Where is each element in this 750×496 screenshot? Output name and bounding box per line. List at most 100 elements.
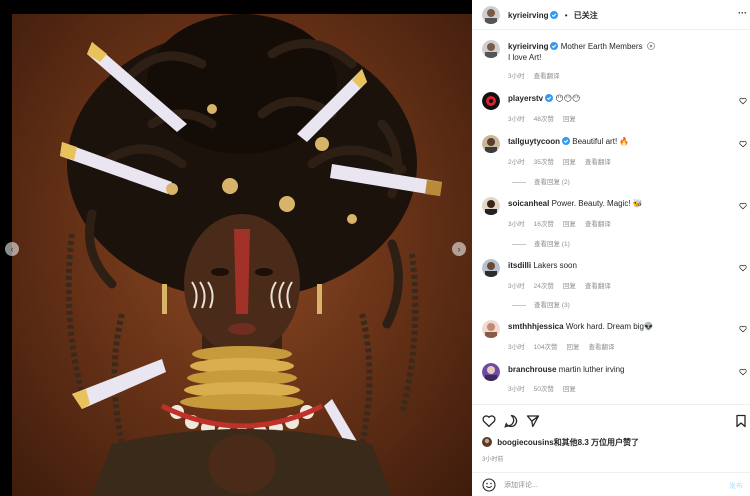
commenter-avatar[interactable] bbox=[482, 197, 500, 215]
post-header: kyrieirving • 已关注 ··· bbox=[472, 0, 750, 30]
share-icon[interactable] bbox=[526, 414, 540, 428]
comment-meta: 3小时 104次赞 回复 查看翻译 bbox=[508, 341, 623, 351]
avatar-image bbox=[482, 363, 500, 381]
comment-username[interactable]: tallguytycoon bbox=[508, 137, 560, 146]
caption-translate-link[interactable]: 查看翻译 bbox=[534, 73, 560, 80]
comment-bar: 发布 bbox=[472, 472, 750, 496]
comment-like-count[interactable]: 16次赞 bbox=[534, 221, 554, 228]
comment-reply-button[interactable]: 回复 bbox=[563, 386, 576, 393]
post-actions bbox=[472, 404, 750, 434]
heart-icon[interactable] bbox=[739, 97, 747, 105]
comment-input[interactable] bbox=[504, 478, 704, 492]
tag-badge-icon bbox=[646, 42, 655, 50]
commenter-avatar[interactable] bbox=[482, 259, 500, 277]
post-photo[interactable] bbox=[12, 14, 472, 496]
comment-username[interactable]: playerstv bbox=[508, 94, 543, 103]
view-replies-label: 查看回复 (2) bbox=[534, 179, 570, 186]
liker-username[interactable]: boogiecousins bbox=[497, 438, 553, 447]
caption-tag: Mother Earth Members bbox=[560, 42, 643, 51]
likes-count-text[interactable]: 和其他8.3 万位用户赞了 bbox=[554, 438, 639, 447]
view-replies-label: 查看回复 (3) bbox=[534, 302, 570, 309]
heart-icon[interactable] bbox=[739, 264, 747, 272]
author-username[interactable]: kyrieirving bbox=[508, 11, 548, 20]
view-replies-button[interactable]: 查看回复 (3) bbox=[512, 299, 570, 309]
comment-text: Work hard. Dream big👽 bbox=[565, 322, 654, 331]
comment-username[interactable]: soicanheal bbox=[508, 199, 549, 208]
view-replies-button[interactable]: 查看回复 (1) bbox=[512, 238, 570, 248]
comment-like-count[interactable]: 50次赞 bbox=[534, 386, 554, 393]
comment-time: 2小时 bbox=[508, 159, 525, 166]
commenter-avatar[interactable] bbox=[482, 135, 500, 153]
heart-icon[interactable] bbox=[739, 202, 747, 210]
comment-translate-link[interactable]: 查看翻译 bbox=[585, 283, 611, 290]
post-side-panel: kyrieirving • 已关注 ··· kyrieirving Mother… bbox=[472, 0, 750, 496]
commenter-avatar[interactable] bbox=[482, 92, 500, 110]
avatar-image bbox=[482, 320, 500, 338]
comment-meta: 2小时 35次赞 回复 查看翻译 bbox=[508, 156, 620, 166]
post-media: ‹ › bbox=[0, 0, 472, 496]
following-button[interactable]: 已关注 bbox=[574, 11, 598, 20]
commenter-avatar[interactable] bbox=[482, 363, 500, 381]
comment-username[interactable]: itsdilli bbox=[508, 261, 531, 270]
caption-avatar[interactable] bbox=[482, 40, 500, 58]
comment-reply-button[interactable]: 回复 bbox=[563, 283, 576, 290]
chevron-left-icon[interactable]: ‹ bbox=[5, 242, 19, 256]
comment-reply-button[interactable]: 回复 bbox=[563, 116, 576, 123]
liker-avatar[interactable] bbox=[482, 437, 492, 447]
comment-time: 3小时 bbox=[508, 116, 525, 123]
replies-divider bbox=[512, 304, 526, 306]
verified-badge-icon bbox=[550, 11, 559, 19]
verified-badge-icon bbox=[562, 137, 571, 145]
heart-icon[interactable] bbox=[739, 368, 747, 376]
portrait-artwork bbox=[60, 14, 442, 496]
comment-username[interactable]: smthhhjessica bbox=[508, 322, 564, 331]
comment-meta: 3小时 50次赞 回复 bbox=[508, 383, 585, 393]
view-replies-button[interactable]: 查看回复 (2) bbox=[512, 176, 570, 186]
comment-translate-link[interactable]: 查看翻译 bbox=[585, 159, 611, 166]
comment-reply-button[interactable]: 回复 bbox=[563, 221, 576, 228]
header-separator: • bbox=[564, 11, 568, 20]
avatar-image bbox=[482, 6, 500, 24]
more-options-icon[interactable]: ··· bbox=[738, 8, 747, 18]
caption-time: 3小时 bbox=[508, 73, 525, 80]
comment-time: 3小时 bbox=[508, 221, 525, 228]
comment-icon[interactable] bbox=[504, 414, 518, 428]
heart-icon[interactable] bbox=[482, 414, 496, 428]
caption-meta: 3小时 查看翻译 bbox=[508, 70, 569, 80]
commenter-avatar[interactable] bbox=[482, 320, 500, 338]
verified-badge-icon bbox=[550, 42, 559, 50]
comment-time: 3小时 bbox=[508, 283, 525, 290]
comment-text: Beautiful art! 🔥 bbox=[572, 137, 630, 146]
heart-icon[interactable] bbox=[739, 140, 747, 148]
comment-text: Lakers soon bbox=[533, 261, 577, 270]
post-timestamp: 3小时前 bbox=[482, 457, 504, 463]
comment-reply-button[interactable]: 回复 bbox=[566, 344, 579, 351]
comment-like-count[interactable]: 48次赞 bbox=[534, 116, 554, 123]
comment-reply-button[interactable]: 回复 bbox=[563, 159, 576, 166]
avatar-image bbox=[482, 197, 500, 215]
replies-divider bbox=[512, 181, 526, 183]
caption-username[interactable]: kyrieirving bbox=[508, 42, 548, 51]
comment-translate-link[interactable]: 查看翻译 bbox=[585, 221, 611, 228]
comment-like-count[interactable]: 104次赞 bbox=[534, 344, 558, 351]
avatar-image bbox=[482, 259, 500, 277]
comment-like-count[interactable]: 35次赞 bbox=[534, 159, 554, 166]
comment-time: 3小时 bbox=[508, 344, 525, 351]
comment-username[interactable]: branchrouse bbox=[508, 365, 556, 374]
post-comment-button[interactable]: 发布 bbox=[729, 481, 743, 491]
author-avatar[interactable] bbox=[482, 6, 500, 24]
avatar-image bbox=[482, 135, 500, 153]
bookmark-icon[interactable] bbox=[734, 414, 748, 428]
comment-meta: 3小时 24次赞 回复 查看翻译 bbox=[508, 280, 620, 290]
avatar-image bbox=[482, 40, 500, 58]
replies-divider bbox=[512, 243, 526, 245]
comment-like-count[interactable]: 24次赞 bbox=[534, 283, 554, 290]
heart-icon[interactable] bbox=[739, 325, 747, 333]
caption-text: I love Art! bbox=[508, 53, 542, 62]
avatar-image bbox=[482, 92, 500, 110]
view-replies-label: 查看回复 (1) bbox=[534, 241, 570, 248]
emoji-icon[interactable] bbox=[482, 478, 496, 492]
chevron-right-icon[interactable]: › bbox=[452, 242, 466, 256]
comment-translate-link[interactable]: 查看翻译 bbox=[588, 344, 614, 351]
comment-text: martin luther irving bbox=[558, 365, 625, 374]
